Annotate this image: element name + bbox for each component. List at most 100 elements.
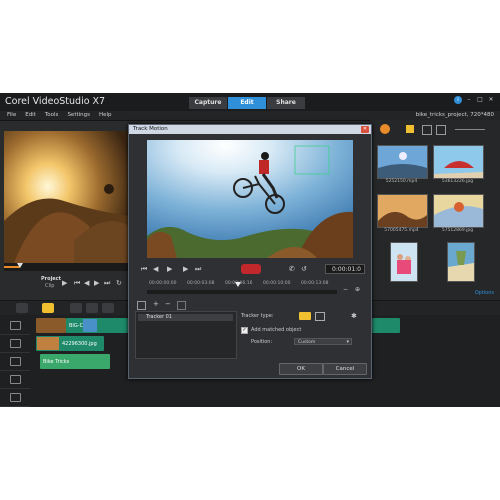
undo-icon[interactable] <box>70 303 82 313</box>
player-preview <box>4 131 129 263</box>
thumbnail-3-caption: 57005475.mp4 <box>384 228 419 233</box>
go-end-icon[interactable]: ⏭ <box>104 279 110 288</box>
folder-icon[interactable] <box>406 125 414 133</box>
ruler-handle[interactable] <box>235 282 241 287</box>
add-matched-label: Add matched object <box>251 327 302 333</box>
cancel-button[interactable]: Cancel <box>323 363 367 375</box>
tracker-point-icon[interactable] <box>299 312 311 320</box>
repeat-icon[interactable]: ↻ <box>116 279 122 287</box>
scrub-handle[interactable] <box>17 263 24 268</box>
redo-icon[interactable] <box>86 303 98 313</box>
tracker-area-icon[interactable] <box>315 312 325 321</box>
step-back-icon[interactable]: ◀ <box>153 265 158 273</box>
overlay-track-icon <box>10 339 21 348</box>
thumbnail-3[interactable] <box>377 194 428 228</box>
video-clip-end[interactable] <box>370 318 400 333</box>
options-toggle[interactable]: Options <box>475 290 494 296</box>
track-preview <box>147 140 353 258</box>
list-view-icon[interactable] <box>422 125 432 135</box>
library-panel: 5252150.mp4 53613226.jpg 57005475.mp4 57… <box>370 120 500 300</box>
clip-label: BIG-C <box>69 323 84 329</box>
remove-tracker-icon[interactable]: − <box>165 300 171 308</box>
video-clip-bigc[interactable]: BIG-C <box>66 318 128 333</box>
thumbnail-3-image <box>378 195 427 227</box>
phone-icon[interactable]: ✆ <box>289 265 295 273</box>
play-icon[interactable]: ▶ <box>167 265 172 273</box>
storyboard-view-icon[interactable] <box>16 303 28 313</box>
thumbnail-5[interactable] <box>390 242 418 282</box>
thumbnail-1[interactable] <box>377 145 428 179</box>
zoom-out-icon[interactable]: − <box>343 286 348 293</box>
close-icon[interactable]: ✕ <box>361 126 369 133</box>
tracker-toolbar: + − <box>135 300 365 310</box>
multipoint-icon[interactable]: ✱ <box>351 312 357 320</box>
title-track-header <box>0 353 30 371</box>
video-clip-thumb[interactable] <box>36 318 66 333</box>
clip-label: 42296300.jpg <box>62 341 97 347</box>
step-forward-icon[interactable]: ▶ <box>94 279 99 287</box>
tab-edit[interactable]: Edit <box>228 97 267 109</box>
tracker-list-icon[interactable] <box>137 301 146 310</box>
library-icon[interactable] <box>380 124 390 134</box>
add-matched-checkbox[interactable]: ✓ <box>241 327 248 334</box>
track-motion-dialog: Track Motion ✕ ⏮ ◀ ▶ ▶ ⏭ ✆ ↺ 0:00:01:0 0… <box>128 124 372 379</box>
thumbnail-view-icon[interactable] <box>436 125 446 135</box>
music-track-icon <box>10 393 21 402</box>
go-start-icon[interactable]: ⏮ <box>74 279 80 288</box>
play-icon[interactable]: ▶ <box>62 279 67 287</box>
thumbnail-6[interactable] <box>447 242 475 282</box>
record-capture-icon[interactable] <box>102 303 114 313</box>
thumbnail-4-caption: 57512869.jpg <box>441 228 474 233</box>
project-mode-label[interactable]: Project <box>41 276 61 282</box>
reset-icon[interactable]: ↺ <box>301 265 307 273</box>
zoom-in-icon[interactable]: ⊕ <box>355 286 360 293</box>
clip-thumbnail <box>37 337 59 350</box>
voice-track-header <box>0 371 30 389</box>
player-scrubber[interactable] <box>4 263 129 271</box>
clip-mode-label[interactable]: Clip <box>45 283 54 289</box>
dirt-jump-image <box>4 131 129 263</box>
ruler-label: 00:00:10:00 <box>263 281 291 286</box>
ruler-track[interactable] <box>147 290 337 294</box>
menu-tools[interactable]: Tools <box>45 112 59 118</box>
library-toolbar <box>370 124 500 136</box>
overlay-clip[interactable]: 42296300.jpg <box>36 336 104 351</box>
thumbnail-6-image <box>448 243 474 281</box>
tab-share[interactable]: Share <box>267 97 306 109</box>
menu-help[interactable]: Help <box>99 112 112 118</box>
step-forward-icon[interactable]: ▶ <box>183 265 188 273</box>
add-tracker-icon[interactable]: + <box>153 300 159 308</box>
go-start-icon[interactable]: ⏮ <box>141 265 147 274</box>
dialog-title: Track Motion <box>133 126 168 132</box>
info-icon[interactable]: i <box>454 96 462 104</box>
go-end-icon[interactable]: ⏭ <box>195 265 201 274</box>
ok-button[interactable]: OK <box>279 363 323 375</box>
thumbnail-2[interactable] <box>433 145 484 179</box>
menu-edit[interactable]: Edit <box>25 112 36 118</box>
title-clip[interactable]: Bike Tricks <box>40 354 110 369</box>
thumbnail-size-slider[interactable] <box>455 129 485 130</box>
track-motion-button[interactable] <box>241 264 261 274</box>
copy-tracker-icon[interactable] <box>177 301 186 310</box>
thumbnail-2-caption: 53613226.jpg <box>441 179 474 184</box>
minimize-icon[interactable]: – <box>465 96 473 104</box>
thumbnail-5-image <box>391 243 417 281</box>
position-select[interactable]: Custom ▾ <box>294 338 352 345</box>
close-icon[interactable]: ✕ <box>487 96 495 104</box>
timeline-view-icon[interactable] <box>42 303 54 313</box>
thumbnail-4[interactable] <box>433 194 484 228</box>
menu-file[interactable]: File <box>7 112 16 118</box>
step-back-icon[interactable]: ◀ <box>84 279 89 287</box>
tracker-type-label: Tracker type: <box>241 313 274 319</box>
title-track-icon <box>10 357 21 366</box>
video-track-header <box>0 317 30 335</box>
tracker-list: Tracker 01 <box>135 311 237 359</box>
thumbnail-1-caption: 5252150.mp4 <box>385 179 418 184</box>
maximize-icon[interactable]: □ <box>476 96 484 104</box>
tab-capture[interactable]: Capture <box>189 97 228 109</box>
timecode-display[interactable]: 0:00:01:0 <box>325 264 365 274</box>
project-name: bike_tricks_project, 720*480 <box>415 112 494 118</box>
tracker-item[interactable]: Tracker 01 <box>138 314 233 321</box>
bmx-jump-image <box>147 140 353 258</box>
menu-settings[interactable]: Settings <box>67 112 90 118</box>
